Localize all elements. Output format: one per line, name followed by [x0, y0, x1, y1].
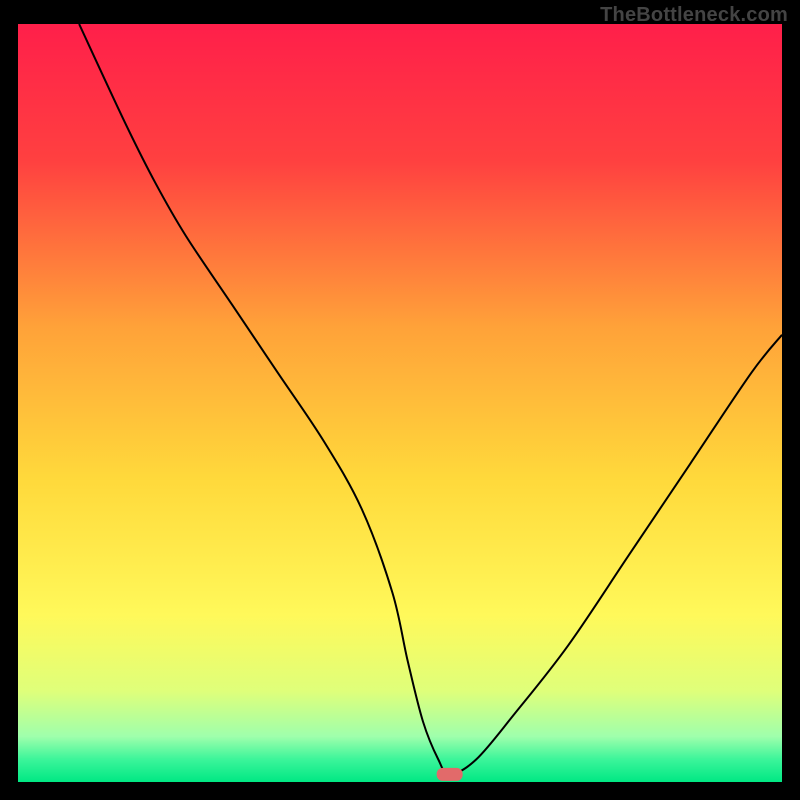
chart-frame: TheBottleneck.com [0, 0, 800, 800]
optimal-marker [437, 768, 463, 781]
plot-area [18, 24, 782, 782]
chart-svg [18, 24, 782, 782]
